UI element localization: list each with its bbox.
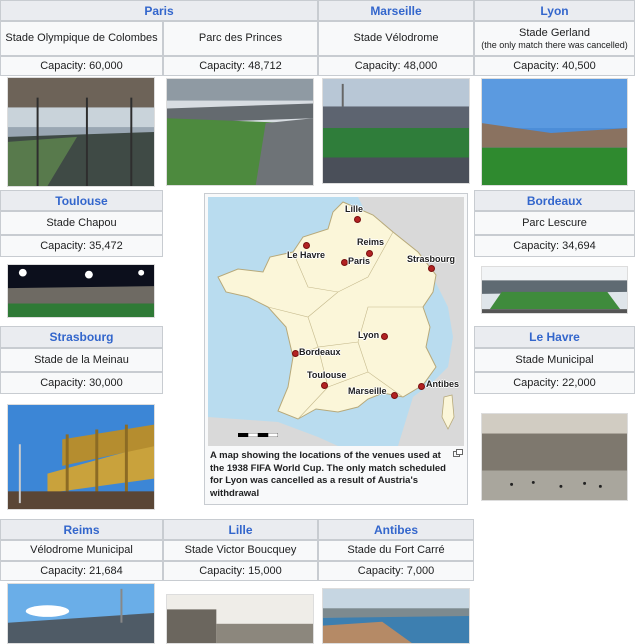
marker-strasbourg[interactable] bbox=[428, 265, 435, 272]
label-antibes: Antibes bbox=[426, 379, 460, 389]
stadium-le-havre: Stade Municipal bbox=[474, 348, 635, 372]
stadium-antibes: Stade du Fort Carré bbox=[318, 540, 474, 561]
photo-velodrome-reims[interactable] bbox=[7, 583, 155, 644]
capacity-text: Capacity: 48,712 bbox=[199, 59, 282, 72]
capacity-strasbourg: Capacity: 30,000 bbox=[0, 372, 163, 394]
capacity-text: Capacity: 21,684 bbox=[40, 564, 123, 577]
capacity-text: Capacity: 7,000 bbox=[357, 564, 435, 577]
capacity-paris-colombes: Capacity: 60,000 bbox=[0, 56, 163, 76]
label-marseille: Marseille bbox=[348, 386, 387, 396]
stadium-strasbourg: Stade de la Meinau bbox=[0, 348, 163, 372]
label-reims: Reims bbox=[357, 237, 385, 247]
stadium-name: Stade Vélodrome bbox=[353, 32, 439, 45]
capacity-text: Capacity: 30,000 bbox=[40, 376, 123, 389]
stadium-lyon: Stade Gerland (the only match there was … bbox=[474, 21, 635, 56]
capacity-text: Capacity: 22,000 bbox=[513, 376, 596, 389]
stadium-paris-princes: Parc des Princes bbox=[163, 21, 318, 56]
header-paris[interactable]: Paris bbox=[0, 0, 318, 21]
stadium-name: Parc Lescure bbox=[522, 216, 587, 229]
marker-marseille[interactable] bbox=[391, 392, 398, 399]
photo-lescure[interactable] bbox=[481, 266, 628, 314]
header-lille[interactable]: Lille bbox=[163, 519, 318, 540]
marker-toulouse[interactable] bbox=[321, 382, 328, 389]
capacity-antibes: Capacity: 7,000 bbox=[318, 561, 474, 581]
stadium-name: Stade du Fort Carré bbox=[347, 544, 445, 557]
capacity-paris-princes: Capacity: 48,712 bbox=[163, 56, 318, 76]
stadium-lille: Stade Victor Boucquey bbox=[163, 540, 318, 561]
stadium-name: Vélodrome Municipal bbox=[30, 544, 133, 557]
capacity-text: Capacity: 60,000 bbox=[40, 59, 123, 72]
header-lyon[interactable]: Lyon bbox=[474, 0, 635, 21]
photo-victor-boucquey[interactable] bbox=[166, 594, 314, 644]
stadium-name: Stade de la Meinau bbox=[34, 353, 129, 366]
capacity-text: Capacity: 15,000 bbox=[199, 564, 282, 577]
capacity-reims: Capacity: 21,684 bbox=[0, 561, 163, 581]
marker-le-havre[interactable] bbox=[303, 242, 310, 249]
photo-meinau[interactable] bbox=[7, 404, 155, 510]
capacity-le-havre: Capacity: 22,000 bbox=[474, 372, 635, 394]
header-marseille[interactable]: Marseille bbox=[318, 0, 474, 21]
stadium-paris-colombes: Stade Olympique de Colombes bbox=[0, 21, 163, 56]
capacity-toulouse: Capacity: 35,472 bbox=[0, 235, 163, 257]
capacity-text: Capacity: 35,472 bbox=[40, 239, 123, 252]
header-reims[interactable]: Reims bbox=[0, 519, 163, 540]
label-paris: Paris bbox=[348, 256, 371, 266]
header-le-havre[interactable]: Le Havre bbox=[474, 326, 635, 348]
france-venue-map[interactable]: Lille Reims Le Havre Paris Strasbourg Ly… bbox=[208, 197, 464, 446]
label-strasbourg: Strasbourg bbox=[407, 254, 456, 264]
photo-le-havre[interactable] bbox=[481, 413, 628, 501]
enlarge-icon[interactable] bbox=[453, 449, 463, 457]
photo-colombes[interactable] bbox=[7, 77, 155, 187]
photo-velodrome[interactable] bbox=[322, 78, 470, 184]
stadium-name: Stade Municipal bbox=[515, 353, 594, 366]
label-toulouse: Toulouse bbox=[307, 370, 347, 380]
label-le-havre: Le Havre bbox=[287, 250, 326, 260]
capacity-text: Capacity: 48,000 bbox=[354, 59, 438, 72]
marker-antibes[interactable] bbox=[418, 383, 425, 390]
stadium-name: Stade Olympique de Colombes bbox=[5, 32, 158, 45]
photo-parc-des-princes[interactable] bbox=[166, 78, 314, 186]
stadium-note: (the only match there was cancelled) bbox=[481, 39, 628, 50]
stadium-marseille: Stade Vélodrome bbox=[318, 21, 474, 56]
capacity-text: Capacity: 40,500 bbox=[513, 59, 596, 72]
label-lyon: Lyon bbox=[358, 330, 380, 340]
map-frame: Lille Reims Le Havre Paris Strasbourg Ly… bbox=[204, 193, 468, 505]
stadium-toulouse: Stade Chapou bbox=[0, 211, 163, 235]
stadium-bordeaux: Parc Lescure bbox=[474, 211, 635, 235]
photo-fort-carre[interactable] bbox=[322, 588, 470, 644]
header-toulouse[interactable]: Toulouse bbox=[0, 190, 163, 211]
stadium-reims: Vélodrome Municipal bbox=[0, 540, 163, 561]
marker-bordeaux[interactable] bbox=[292, 350, 299, 357]
header-strasbourg[interactable]: Strasbourg bbox=[0, 326, 163, 348]
france-map-svg bbox=[208, 197, 464, 446]
capacity-lille: Capacity: 15,000 bbox=[163, 561, 318, 581]
photo-chapou[interactable] bbox=[7, 264, 155, 318]
photo-gerland[interactable] bbox=[481, 78, 628, 186]
capacity-lyon: Capacity: 40,500 bbox=[474, 56, 635, 76]
marker-lille[interactable] bbox=[354, 216, 361, 223]
stadium-name: Stade Chapou bbox=[46, 216, 117, 229]
header-antibes[interactable]: Antibes bbox=[318, 519, 474, 540]
capacity-text: Capacity: 34,694 bbox=[513, 239, 596, 252]
capacity-bordeaux: Capacity: 34,694 bbox=[474, 235, 635, 257]
capacity-marseille: Capacity: 48,000 bbox=[318, 56, 474, 76]
stadium-name: Stade Gerland bbox=[519, 26, 590, 39]
marker-paris[interactable] bbox=[341, 259, 348, 266]
map-scale-bar bbox=[238, 433, 278, 437]
stadium-name: Parc des Princes bbox=[198, 32, 283, 45]
header-bordeaux[interactable]: Bordeaux bbox=[474, 190, 635, 211]
map-caption: A map showing the locations of the venue… bbox=[210, 450, 446, 499]
marker-lyon[interactable] bbox=[381, 333, 388, 340]
label-bordeaux: Bordeaux bbox=[299, 347, 341, 357]
stadium-name: Stade Victor Boucquey bbox=[184, 544, 297, 557]
label-lille: Lille bbox=[345, 204, 364, 214]
